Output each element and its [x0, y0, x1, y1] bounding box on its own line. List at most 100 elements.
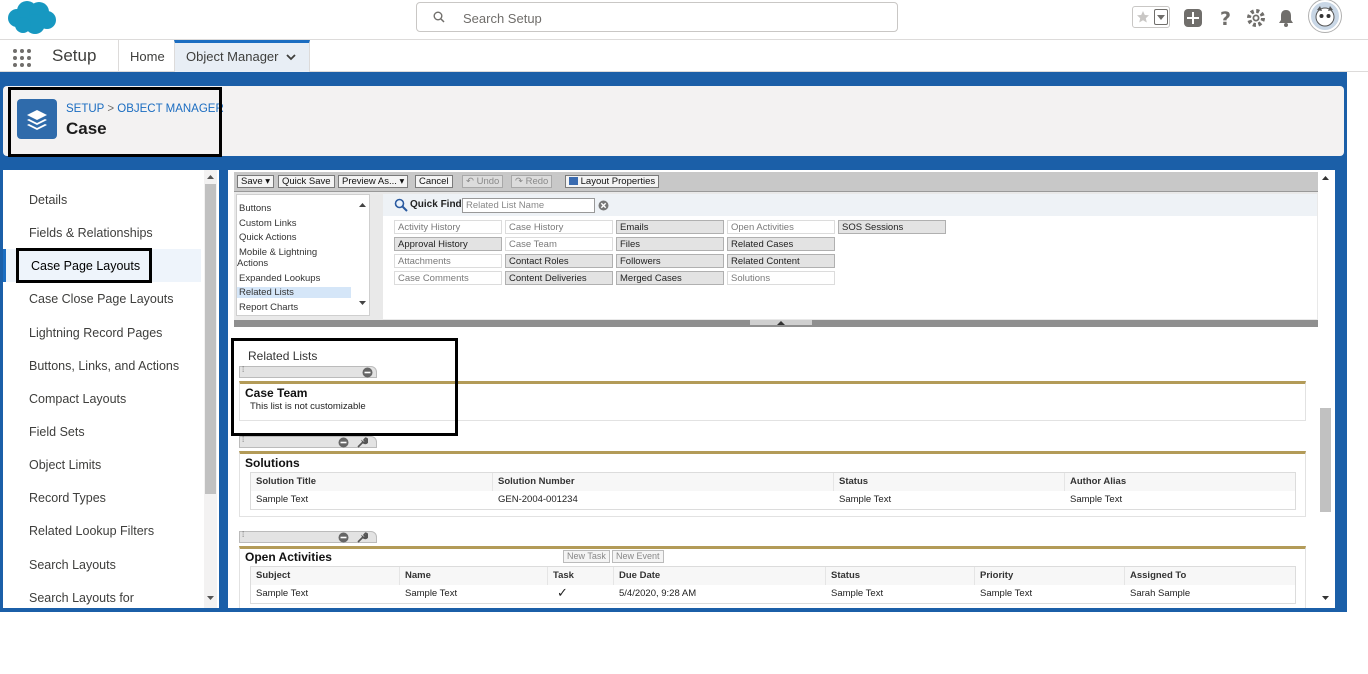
sidebar-item-fields-relationships[interactable]: Fields & Relationships	[29, 226, 153, 240]
sidebar-item-buttons-links-actions[interactable]: Buttons, Links, and Actions	[29, 359, 179, 373]
layout-properties-button[interactable]: Layout Properties	[565, 175, 660, 188]
category-quick-actions[interactable]: Quick Actions	[239, 232, 297, 243]
new-task-button[interactable]: New Task	[563, 550, 610, 563]
scroll-down-icon[interactable]	[1321, 594, 1330, 602]
palette-item-emails[interactable]: Emails	[616, 220, 724, 234]
favorites-dropdown[interactable]	[1154, 9, 1168, 25]
app-launcher-icon[interactable]	[12, 48, 32, 68]
palette-item-case-history[interactable]: Case History	[505, 220, 613, 234]
table-cell: Sarah Sample	[1130, 588, 1191, 599]
preview-as-button[interactable]: Preview As... ▾	[338, 175, 409, 188]
table-cell: Sample Text	[256, 494, 309, 505]
palette-item-related-cases[interactable]: Related Cases	[727, 237, 835, 251]
favorites-button[interactable]	[1132, 6, 1170, 28]
category-scrollbar[interactable]	[356, 195, 369, 315]
gear-icon[interactable]	[1246, 8, 1266, 28]
tab-home[interactable]: Home	[118, 40, 174, 72]
palette-item-content-deliveries[interactable]: Content Deliveries	[505, 271, 613, 285]
sidebar-item-field-sets[interactable]: Field Sets	[29, 425, 85, 439]
sidebar-item-compact-layouts[interactable]: Compact Layouts	[29, 392, 126, 406]
sidebar-item-case-close-page-layouts[interactable]: Case Close Page Layouts	[29, 292, 174, 306]
palette-item-attachments[interactable]: Attachments	[394, 254, 502, 268]
wrench-icon[interactable]	[356, 532, 368, 543]
related-list-title: Solutions	[245, 456, 300, 470]
salesforce-logo[interactable]	[5, 0, 57, 36]
category-mobile-lightning[interactable]: Mobile & Lightning	[239, 247, 317, 258]
layout-properties-icon	[569, 177, 578, 185]
avatar[interactable]	[1309, 0, 1341, 32]
drag-handle-icon[interactable]: ⁞	[242, 436, 244, 444]
scroll-down-icon[interactable]	[358, 299, 367, 307]
sidebar-scrollbar[interactable]	[204, 170, 217, 608]
global-header: Search Setup ?	[0, 0, 1368, 40]
wrench-icon[interactable]	[356, 437, 368, 448]
scroll-up-icon[interactable]	[358, 201, 367, 209]
sidebar-item-related-lookup-filters[interactable]: Related Lookup Filters	[29, 524, 154, 538]
palette-item-solutions[interactable]: Solutions	[727, 271, 835, 285]
save-button[interactable]: Save ▾	[237, 175, 275, 188]
undo-button[interactable]: ↶ Undo	[462, 175, 504, 188]
related-list-handle[interactable]: ⁞	[239, 531, 377, 543]
add-icon[interactable]	[1183, 8, 1203, 28]
palette-item-case-comments[interactable]: Case Comments	[394, 271, 502, 285]
category-buttons[interactable]: Buttons	[239, 203, 271, 214]
sidebar-item-search-layouts[interactable]: Search Layouts	[29, 558, 116, 572]
category-expanded-lookups[interactable]: Expanded Lookups	[239, 273, 320, 284]
palette-item-case-team[interactable]: Case Team	[505, 237, 613, 251]
drag-handle-icon[interactable]: ⁞	[242, 531, 244, 539]
column-header: Subject	[251, 567, 400, 585]
related-list-solutions[interactable]: Solutions Solution Title Solution Number…	[239, 451, 1306, 517]
remove-icon[interactable]	[338, 437, 349, 448]
palette-item-open-activities[interactable]: Open Activities	[727, 220, 835, 234]
solutions-table: Solution Title Solution Number Status Au…	[250, 472, 1296, 510]
tab-object-manager[interactable]: Object Manager	[174, 40, 310, 72]
quick-find-input[interactable]: Related List Name	[462, 198, 595, 213]
scroll-up-icon[interactable]	[1321, 174, 1330, 182]
tab-object-manager-label: Object Manager	[186, 49, 279, 64]
palette-item-files[interactable]: Files	[616, 237, 724, 251]
main-scroll-thumb[interactable]	[1320, 408, 1331, 512]
astro-avatar-icon	[1315, 6, 1335, 27]
palette-item-related-content[interactable]: Related Content	[727, 254, 835, 268]
quick-find-label: Quick Find	[410, 199, 462, 210]
highlight-box-sidebar	[16, 248, 152, 283]
palette-splitter[interactable]	[234, 320, 1318, 327]
scroll-down-icon[interactable]	[206, 594, 215, 602]
splitter-grip[interactable]	[750, 320, 812, 325]
palette-item-sos-sessions[interactable]: SOS Sessions	[838, 220, 946, 234]
sidebar-item-record-types[interactable]: Record Types	[29, 491, 106, 505]
notification-bell-icon[interactable]	[1276, 8, 1296, 28]
app-nav-bar: Setup Home Object Manager	[0, 40, 1368, 72]
redo-button[interactable]: ↷ Redo	[511, 175, 553, 188]
main-scrollbar[interactable]	[1318, 170, 1333, 608]
related-list-handle[interactable]: ⁞	[239, 436, 377, 448]
related-list-open-activities[interactable]: Open Activities New Task New Event Subje…	[239, 546, 1306, 608]
palette-item-activity-history[interactable]: Activity History	[394, 220, 502, 234]
help-icon[interactable]: ?	[1217, 8, 1235, 28]
palette-item-merged-cases[interactable]: Merged Cases	[616, 271, 724, 285]
sidebar-scroll-thumb[interactable]	[205, 184, 216, 494]
sidebar-item-object-limits[interactable]: Object Limits	[29, 458, 101, 472]
palette-item-approval-history[interactable]: Approval History	[394, 237, 502, 251]
category-report-charts[interactable]: Report Charts	[239, 302, 298, 313]
sidebar-item-search-layouts-for[interactable]: Search Layouts for	[29, 591, 134, 605]
search-icon	[394, 198, 408, 212]
clear-icon[interactable]	[598, 200, 609, 211]
quick-save-button[interactable]: Quick Save	[278, 175, 335, 188]
category-mobile-lightning-cont[interactable]: Actions	[237, 258, 268, 269]
sidebar-item-details[interactable]: Details	[29, 193, 67, 207]
palette-item-contact-roles[interactable]: Contact Roles	[505, 254, 613, 268]
palette-item-followers[interactable]: Followers	[616, 254, 724, 268]
remove-icon[interactable]	[338, 532, 349, 543]
column-header: Assigned To	[1125, 567, 1295, 585]
search-input[interactable]: Search Setup	[416, 2, 898, 32]
sidebar-item-lightning-record-pages[interactable]: Lightning Record Pages	[29, 326, 162, 340]
cancel-button[interactable]: Cancel	[415, 175, 453, 188]
chevron-down-icon[interactable]	[285, 51, 297, 63]
scroll-up-icon[interactable]	[206, 173, 215, 181]
category-custom-links[interactable]: Custom Links	[239, 218, 297, 229]
layout-toolbar: Save ▾ Quick Save Preview As... ▾ Cancel…	[234, 172, 1318, 192]
app-name: Setup	[52, 46, 97, 65]
new-event-button[interactable]: New Event	[612, 550, 664, 563]
category-related-lists[interactable]: Related Lists	[239, 287, 294, 298]
